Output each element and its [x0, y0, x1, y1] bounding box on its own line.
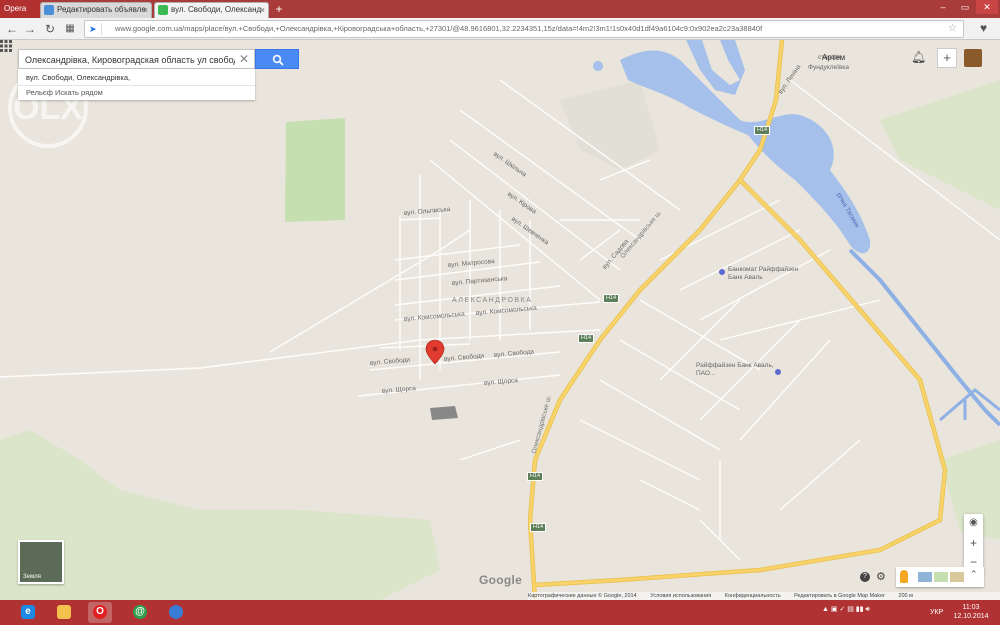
road-shield: H14	[530, 523, 547, 532]
tab-label: Редактировать объявле	[57, 5, 146, 14]
lake	[620, 50, 871, 254]
reload-button[interactable]: ↻	[42, 21, 58, 37]
place-actions[interactable]: Рельєф Искать рядом	[18, 85, 255, 100]
close-window-button[interactable]: ✕	[976, 0, 998, 14]
field-area	[560, 80, 660, 170]
apps-grid-icon[interactable]	[0, 40, 12, 52]
copyright-text: Картографические данные © Google, 2014	[528, 593, 637, 599]
tab-google-maps[interactable]: вул. Свободи, Олександ ×	[154, 2, 269, 18]
poi-bank-label[interactable]: Райффайзен Банк Аваль, ПАО...	[696, 362, 776, 378]
separator	[101, 23, 102, 35]
map-graphics	[0, 40, 1000, 600]
windows-taskbar: e O @ ▲ ▣ ✓ ▤ ▮▮ 🔊︎ УКР 11:03 12.10.2014	[0, 600, 1000, 625]
layers-panel[interactable]: ⌃	[896, 567, 984, 587]
layer-thumb-icon[interactable]	[934, 572, 948, 582]
field-area	[0, 430, 440, 600]
forward-button[interactable]: →	[22, 21, 38, 37]
time: 11:03	[962, 604, 980, 611]
streets	[0, 79, 1000, 561]
tab-edit-listing[interactable]: Редактировать объявле ×	[40, 2, 152, 18]
poi-bank-atm-label[interactable]: Банкомат Райффайзен Банк Аваль	[728, 266, 808, 282]
file-explorer-app[interactable]	[52, 602, 76, 623]
location-pin-icon	[425, 339, 445, 365]
village-label: Фундуклеївка	[808, 64, 850, 71]
browser-tab-bar: Opera Редактировать объявле × вул. Свобо…	[0, 0, 1000, 18]
place-address: вул. Свободи, Олександрівка,	[26, 73, 131, 82]
search-box[interactable]: ✕	[18, 49, 255, 69]
earth-view-toggle[interactable]: Земля	[18, 540, 64, 584]
zoom-panel: ◉ + −	[964, 514, 983, 574]
notifications-bell-icon[interactable]: 🔔︎	[911, 50, 926, 64]
clock[interactable]: 11:03 12.10.2014	[950, 603, 992, 621]
email-app[interactable]: @	[128, 602, 152, 623]
search-button[interactable]	[255, 49, 299, 69]
my-location-icon[interactable]: ◉	[964, 514, 983, 532]
building	[430, 406, 458, 420]
layer-thumb-icon[interactable]	[950, 572, 964, 582]
road-shield: H14	[578, 334, 595, 343]
maximize-button[interactable]: ▭	[954, 0, 976, 14]
close-icon[interactable]: ×	[260, 3, 265, 17]
address-bar[interactable]: ➤ www.google.com.ua/maps/place/вул.+Своб…	[84, 20, 964, 38]
expand-icon[interactable]: ⌃	[970, 569, 978, 580]
road-shield: H14	[527, 472, 544, 481]
pond	[593, 61, 603, 71]
browser-app[interactable]	[164, 602, 188, 623]
date: 12.10.2014	[953, 613, 989, 620]
layer-thumb-icon[interactable]	[918, 572, 932, 582]
maps-favicon-icon	[158, 5, 168, 15]
map-canvas[interactable]: АЛЕКСАНДРОВКА Банкомат Райффайзен Банк А…	[0, 40, 1000, 600]
road-shield: H14	[754, 126, 771, 135]
privacy-link[interactable]: Конфиденциальность	[725, 593, 781, 599]
map-maker-link[interactable]: Редактировать в Google Map Maker	[794, 593, 885, 599]
place-card[interactable]: вул. Свободи, Олександрівка, Рельєф Иска…	[18, 69, 255, 100]
new-tab-button[interactable]: +	[272, 2, 286, 16]
language-indicator[interactable]: УКР	[930, 609, 943, 616]
earth-label: Земля	[23, 574, 41, 580]
internet-explorer-app[interactable]: e	[16, 602, 40, 623]
tab-label: вул. Свободи, Олександ	[171, 5, 262, 14]
avatar[interactable]	[964, 49, 982, 67]
olx-favicon-icon	[44, 5, 54, 15]
location-icon: ➤	[89, 24, 97, 34]
road-shield: H14	[603, 294, 620, 303]
search-icon	[272, 54, 284, 66]
terms-link[interactable]: Условия использования	[650, 593, 711, 599]
park-area	[285, 118, 345, 222]
close-icon[interactable]: ×	[143, 3, 148, 17]
pegman-icon[interactable]	[900, 570, 908, 583]
map-footer: Картографические данные © Google, 2014 У…	[528, 592, 1000, 600]
town-label: АЛЕКСАНДРОВКА	[452, 297, 533, 304]
gear-icon[interactable]: ⚙	[876, 570, 886, 583]
opera-app[interactable]: O	[88, 602, 112, 623]
help-icon[interactable]: ?	[860, 572, 870, 582]
bank-icon	[719, 269, 725, 275]
clear-icon[interactable]: ✕	[239, 51, 249, 67]
heart-icon[interactable]: ♥	[980, 21, 987, 35]
google-logo: Google	[479, 573, 523, 587]
star-icon[interactable]: ☆	[948, 21, 957, 37]
opera-menu-button[interactable]: Opera	[0, 0, 40, 18]
field-area	[880, 80, 1000, 210]
back-button[interactable]: ←	[4, 21, 20, 37]
scale-label: 200 м	[898, 593, 913, 599]
share-plus-button[interactable]: +	[937, 48, 957, 68]
system-tray[interactable]: ▲ ▣ ✓ ▤ ▮▮ 🔊︎	[822, 605, 870, 614]
browser-nav-bar: ← → ↻ ▦ ➤ www.google.com.ua/maps/place/в…	[0, 18, 1000, 40]
speed-dial-icon[interactable]: ▦	[62, 21, 78, 37]
search-input[interactable]	[25, 52, 235, 67]
minimize-button[interactable]: –	[932, 0, 954, 14]
url-text: www.google.com.ua/maps/place/вул.+Свобод…	[115, 24, 763, 33]
user-name-link[interactable]: Артем	[822, 53, 845, 62]
zoom-in-button[interactable]: +	[964, 534, 983, 552]
